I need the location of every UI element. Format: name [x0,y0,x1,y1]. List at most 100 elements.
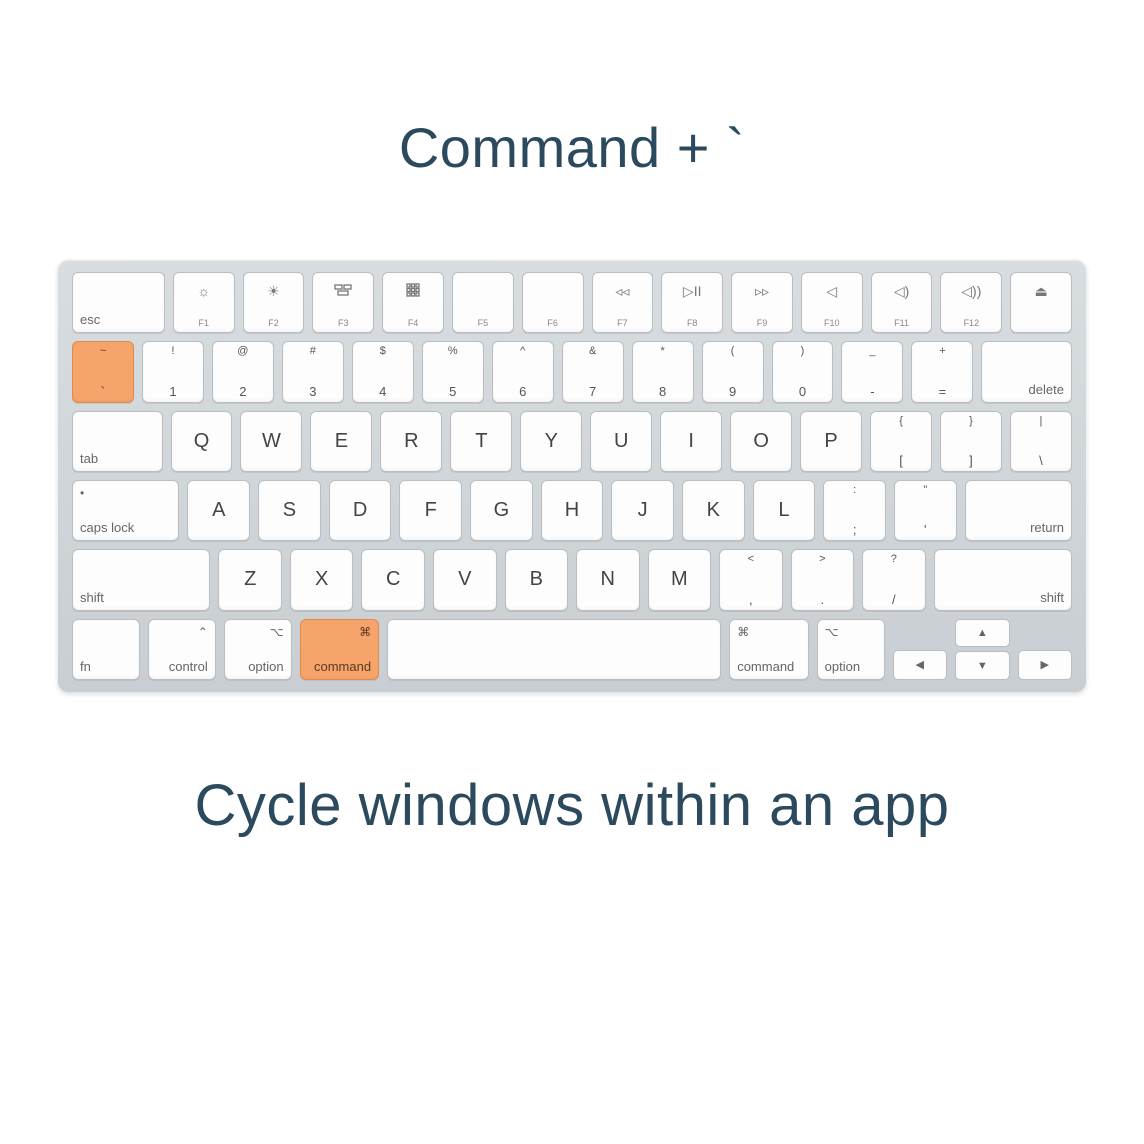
key-n[interactable]: N [576,549,640,610]
key-1[interactable]: !1 [142,341,204,402]
caps-indicator-icon: • [80,486,84,500]
key-label: delete [1029,382,1064,397]
key-return[interactable]: return [965,480,1072,541]
key-semicolon[interactable]: :; [823,480,886,541]
key-bracket-r[interactable]: }] [940,411,1002,472]
key-q[interactable]: Q [171,411,233,472]
key-shift-r[interactable]: shift [934,549,1072,610]
key-4[interactable]: $4 [352,341,414,402]
key-bracket-l[interactable]: {[ [870,411,932,472]
key-z[interactable]: Z [218,549,282,610]
key-7[interactable]: &7 [562,341,624,402]
option-icon: ⌥ [270,625,284,639]
key-command-l[interactable]: ⌘ command [300,619,379,680]
key-fn[interactable]: fn [72,619,140,680]
key-f1[interactable]: ☼F1 [173,272,235,333]
key-b[interactable]: B [505,549,569,610]
command-icon: ⌘ [359,625,371,639]
key-slash[interactable]: ?/ [862,549,926,610]
key-f10[interactable]: ◁F10 [801,272,863,333]
key-tab[interactable]: tab [72,411,163,472]
key-f7[interactable]: ◃◃F7 [592,272,654,333]
key-option-r[interactable]: ⌥option [817,619,885,680]
key-h[interactable]: H [541,480,604,541]
command-icon: ⌘ [737,625,749,639]
key-command-r[interactable]: ⌘ command [729,619,808,680]
key-label: F3 [313,318,373,328]
mission-control-icon [334,283,352,299]
key-f2[interactable]: ☀F2 [243,272,305,333]
key-o[interactable]: O [730,411,792,472]
key-e[interactable]: E [310,411,372,472]
key-g[interactable]: G [470,480,533,541]
eject-icon: ⏏ [1034,283,1047,300]
key-label: command [314,659,371,674]
key-l[interactable]: L [753,480,816,541]
key-6[interactable]: ^6 [492,341,554,402]
key-label: esc [80,312,100,327]
key-9[interactable]: (9 [702,341,764,402]
key-f[interactable]: F [399,480,462,541]
key-d[interactable]: D [329,480,392,541]
key-5[interactable]: %5 [422,341,484,402]
key-f11[interactable]: ◁)F11 [871,272,933,333]
key-f6[interactable]: F6 [522,272,584,333]
key-label: F9 [732,318,792,328]
key-x[interactable]: X [290,549,354,610]
key-equals[interactable]: += [911,341,973,402]
key-arrow-left[interactable]: ◀ [893,650,947,680]
key-f5[interactable]: F5 [452,272,514,333]
key-arrow-right[interactable]: ▶ [1018,650,1072,680]
key-f8[interactable]: ▷IIF8 [661,272,723,333]
key-t[interactable]: T [450,411,512,472]
key-f4[interactable]: F4 [382,272,444,333]
key-a[interactable]: A [187,480,250,541]
key-p[interactable]: P [800,411,862,472]
key-j[interactable]: J [611,480,674,541]
key-w[interactable]: W [240,411,302,472]
key-f3[interactable]: F3 [312,272,374,333]
arrow-down-icon: ▼ [977,660,988,672]
volume-down-icon: ◁) [894,283,909,300]
key-m[interactable]: M [648,549,712,610]
key-i[interactable]: I [660,411,722,472]
key-period[interactable]: >. [791,549,855,610]
key-y[interactable]: Y [520,411,582,472]
key-label: F6 [523,318,583,328]
key-f12[interactable]: ◁))F12 [940,272,1002,333]
rewind-icon: ◃◃ [615,283,629,300]
key-minus[interactable]: _- [841,341,903,402]
key-3[interactable]: #3 [282,341,344,402]
key-control[interactable]: ⌃control [148,619,216,680]
key-eject[interactable]: ⏏ [1010,272,1072,333]
key-u[interactable]: U [590,411,652,472]
key-c[interactable]: C [361,549,425,610]
key-label: command [737,659,794,674]
key-quote[interactable]: "' [894,480,957,541]
key-space[interactable] [387,619,721,680]
key-2[interactable]: @2 [212,341,274,402]
key-backtick[interactable]: ~` [72,341,134,402]
key-k[interactable]: K [682,480,745,541]
key-f9[interactable]: ▹▹ F9 [731,272,793,333]
key-0[interactable]: )0 [772,341,834,402]
key-arrow-up[interactable]: ▲ [955,619,1009,648]
key-label: caps lock [80,520,134,535]
key-capslock[interactable]: • caps lock [72,480,179,541]
key-delete[interactable]: delete [981,341,1072,402]
key-arrow-down[interactable]: ▼ [955,651,1009,680]
key-label: shift [80,590,104,605]
key-8[interactable]: *8 [632,341,694,402]
row-modifier: fn ⌃control ⌥option ⌘ command ⌘ command ⌥o… [72,619,1072,680]
key-shift-l[interactable]: shift [72,549,210,610]
key-esc[interactable]: esc [72,272,165,333]
key-label: F8 [662,318,722,328]
key-backslash[interactable]: |\ [1010,411,1072,472]
key-label: fn [80,659,91,674]
key-comma[interactable]: <, [719,549,783,610]
key-r[interactable]: R [380,411,442,472]
forward-icon: ▹▹ [755,283,769,300]
key-option-l[interactable]: ⌥option [224,619,292,680]
key-s[interactable]: S [258,480,321,541]
key-v[interactable]: V [433,549,497,610]
